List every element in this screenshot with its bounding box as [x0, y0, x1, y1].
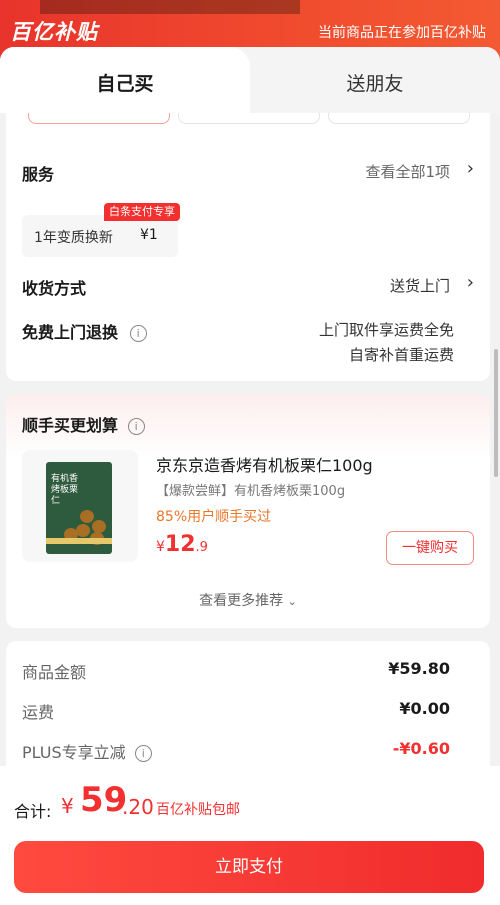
chestnut-package-image: 有机香烤板栗仁: [46, 462, 112, 554]
package-label: 有机香烤板栗仁: [51, 474, 79, 506]
order-options-card: 服务 查看全部1项 › 1年变质换新 ¥1 白条支付专享 收货方式 送货上门 ›…: [6, 113, 490, 381]
product-image[interactable]: 有机香烤板栗仁: [22, 450, 138, 562]
summary-value-discount: -¥0.60: [392, 739, 450, 758]
service-label: 服务: [22, 165, 55, 184]
total-currency: ¥: [61, 794, 74, 818]
service-chip[interactable]: 1年变质换新 ¥1: [22, 215, 178, 257]
service-chip-price: ¥1: [140, 227, 158, 243]
info-icon[interactable]: i: [129, 325, 147, 342]
scrollbar[interactable]: [494, 349, 498, 477]
return-service-label: 免费上门退换 i: [22, 319, 147, 343]
subsidy-logo: 百亿补贴: [10, 20, 98, 44]
product-buyers-stat: 85%用户顺手买过: [156, 509, 272, 525]
summary-label: 商品金额: [22, 663, 87, 682]
quick-buy-button[interactable]: 一键购买: [386, 531, 474, 565]
chestnut-shape: [76, 524, 90, 537]
tab-gift[interactable]: 送朋友: [250, 69, 500, 96]
summary-value: ¥0.00: [399, 699, 450, 718]
return-service-line2: 自寄补首重运费: [348, 346, 454, 364]
total-amount-decimal: .20: [122, 795, 154, 819]
total-label: 合计:: [14, 802, 52, 821]
summary-label-plus: PLUS专享立减 i: [22, 739, 152, 763]
price-currency: ¥: [156, 539, 165, 555]
addon-title-text: 顺手买更划算: [22, 416, 119, 435]
view-all-services-link[interactable]: 查看全部1项: [365, 161, 450, 182]
return-service-text: 免费上门退换: [22, 323, 119, 342]
info-icon[interactable]: i: [127, 418, 145, 435]
chestnut-shape: [92, 520, 106, 533]
see-more-label: 查看更多推荐: [199, 593, 284, 609]
summary-label: 运费: [22, 703, 55, 722]
delivery-label: 收货方式: [22, 279, 87, 298]
banner-background-image: [40, 0, 300, 14]
spec-option[interactable]: [328, 113, 470, 124]
package-strip: [46, 538, 112, 544]
service-chip-badge: 白条支付专享: [104, 203, 180, 221]
checkout-bottom-bar: 合计: ¥ 59 .20 百亿补贴包邮 立即支付: [0, 766, 500, 905]
spec-option-selected[interactable]: [28, 113, 170, 124]
chevron-right-icon[interactable]: ›: [467, 158, 474, 179]
chevron-right-icon[interactable]: ›: [467, 272, 474, 293]
service-chip-name: 1年变质换新: [34, 230, 113, 246]
product-subtitle: 【爆款尝鲜】有机香烤板栗100g: [156, 484, 346, 499]
purchase-mode-tabs: 自己买 送朋友: [0, 47, 500, 113]
tab-self[interactable]: 自己买: [0, 47, 250, 113]
addon-recommend-card: 顺手买更划算 i 有机香烤板栗仁 京东京造香烤有机板栗仁100g 【爆款尝鲜】有…: [6, 394, 490, 628]
see-more-recommendations[interactable]: 查看更多推荐 ⌄: [6, 590, 490, 610]
summary-value: ¥59.80: [388, 659, 450, 678]
summary-label-text: PLUS专享立减: [22, 743, 126, 762]
total-amount-integer: 59: [80, 780, 128, 820]
price-decimal: .9: [195, 540, 208, 555]
info-icon[interactable]: i: [134, 745, 152, 762]
product-title[interactable]: 京东京造香烤有机板栗仁100g: [156, 452, 373, 476]
price-integer: 12: [164, 532, 196, 557]
subsidy-notice: 当前商品正在参加百亿补贴: [318, 25, 486, 41]
return-service-line1: 上门取件享运费全免: [318, 321, 454, 339]
chestnut-shape: [80, 510, 94, 523]
tab-self-label: 自己买: [96, 73, 154, 95]
chevron-down-icon: ⌄: [287, 595, 297, 608]
spec-option[interactable]: [178, 113, 320, 124]
pay-now-button[interactable]: 立即支付: [14, 841, 484, 893]
product-price: ¥12.9: [156, 532, 208, 557]
delivery-value[interactable]: 送货上门: [390, 275, 450, 296]
subsidy-free-shipping-note: 百亿补贴包邮: [156, 802, 240, 818]
addon-title: 顺手买更划算 i: [22, 412, 145, 436]
